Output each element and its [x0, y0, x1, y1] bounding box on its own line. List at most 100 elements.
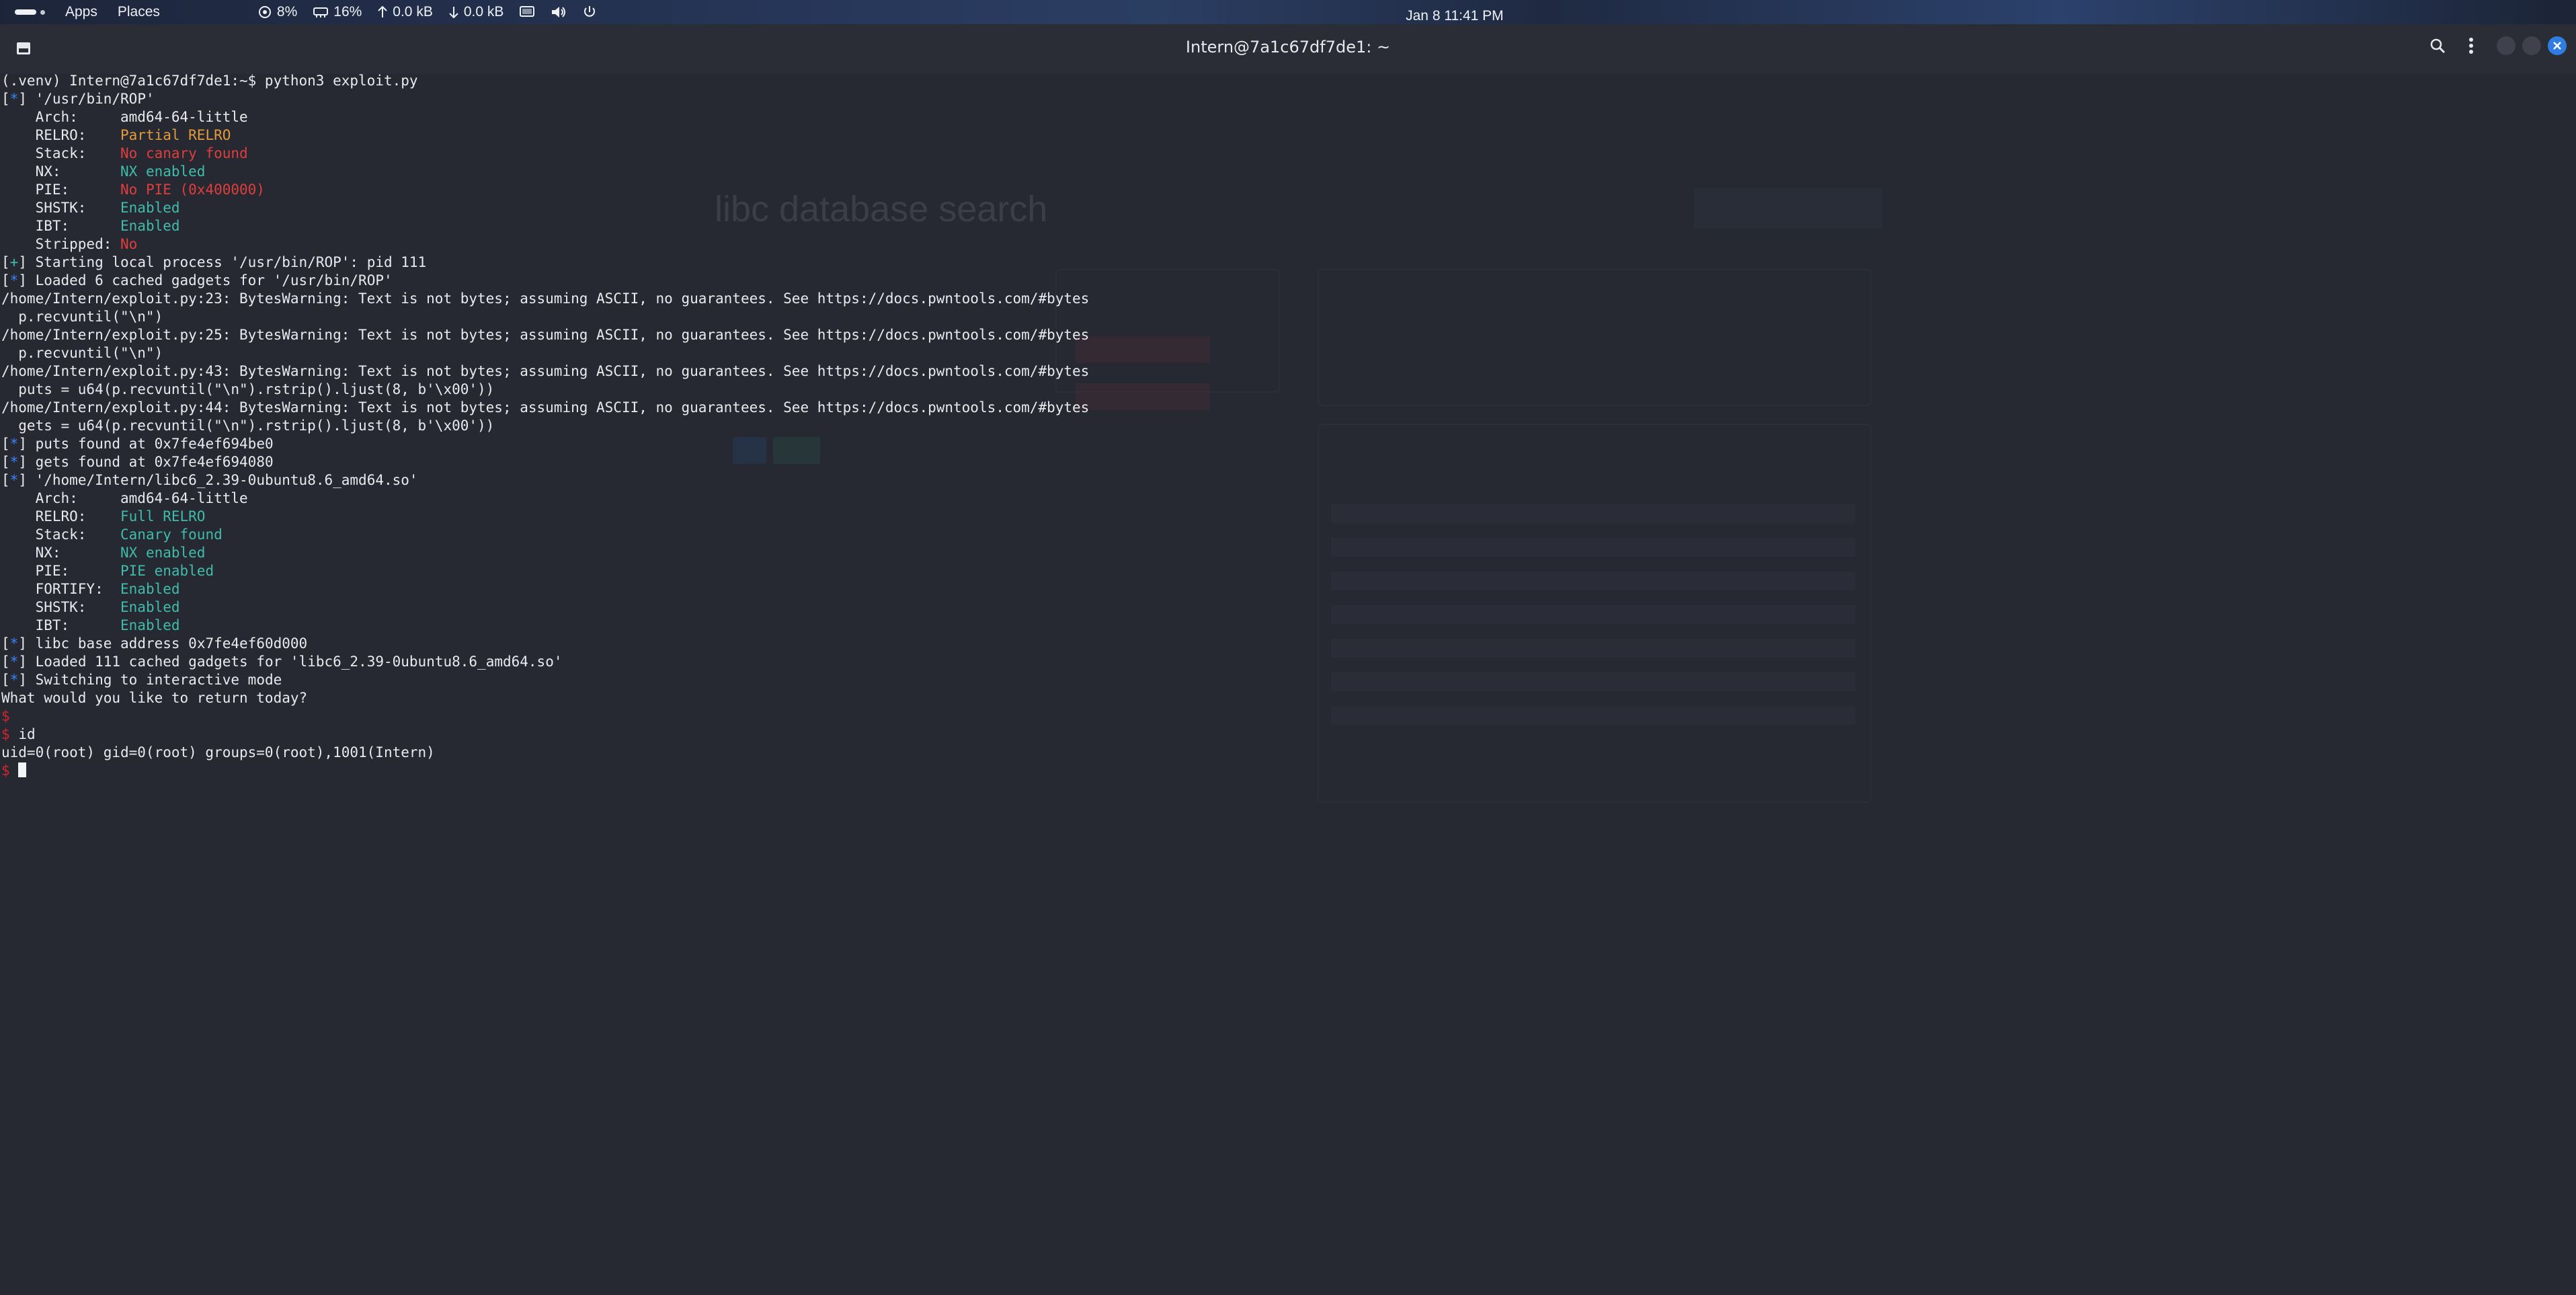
terminal-header-bar: Intern@7a1c67df7de1: ~	[0, 24, 2576, 75]
shell-dollar: $	[1, 762, 10, 779]
warning-source: gets = u64(p.recvuntil("\n").rstrip().lj…	[1, 418, 495, 434]
info-text: libc base address 0x7fe4ef60d000	[35, 635, 308, 652]
apps-menu[interactable]: Apps	[65, 4, 97, 20]
terminal-line: [*] Loaded 111 cached gadgets for 'libc6…	[1, 654, 563, 670]
system-tray: 8% 16% 0.0 kB 0.0 kB	[258, 0, 596, 24]
terminal-line: [*] gets found at 0x7fe4ef694080	[1, 454, 274, 470]
checksec-key: Arch:	[1, 109, 121, 125]
checksec-row: PIE: No PIE (0x400000)	[1, 181, 2556, 199]
input-line[interactable]: $	[1, 762, 2556, 780]
memory-indicator[interactable]: 16%	[313, 4, 362, 20]
close-icon	[2553, 42, 2561, 50]
checksec-value: Partial RELRO	[120, 127, 231, 143]
info-text: puts found at 0x7fe4ef694be0	[35, 436, 274, 452]
warning-line: /home/Intern/exploit.py:44: BytesWarning…	[1, 399, 1090, 416]
shell-dollar: $	[1, 708, 10, 724]
power-icon[interactable]	[583, 5, 596, 19]
upload-indicator[interactable]: 0.0 kB	[378, 4, 433, 20]
checksec-value: Full RELRO	[120, 508, 206, 524]
terminal-output[interactable]: (.venv) Intern@7a1c67df7de1:~$ python3 e…	[1, 74, 2556, 780]
download-indicator[interactable]: 0.0 kB	[449, 4, 504, 20]
checksec-value: Canary found	[120, 526, 223, 543]
checksec-key: NX:	[1, 163, 121, 180]
memory-icon	[313, 7, 329, 17]
checksec-key: Stack:	[1, 145, 121, 161]
checksec-row: Arch: amd64-64-little	[1, 489, 2556, 508]
warning-line: /home/Intern/exploit.py:25: BytesWarning…	[1, 327, 1090, 343]
shell-dollar: $	[1, 726, 10, 742]
checksec-row: SHSTK: Enabled	[1, 199, 2556, 217]
warning-source: puts = u64(p.recvuntil("\n").rstrip().lj…	[1, 381, 495, 397]
checksec-row: FORTIFY: Enabled	[1, 580, 2556, 598]
info-text: Starting local process '/usr/bin/ROP': p…	[35, 254, 427, 270]
cpu-icon	[258, 6, 271, 18]
header-actions	[2429, 36, 2567, 55]
checksec-value: amd64-64-little	[120, 109, 248, 125]
warning-source: p.recvuntil("\n")	[1, 309, 163, 325]
window-title: Intern@7a1c67df7de1: ~	[1185, 38, 1391, 56]
checksec-key: SHSTK:	[1, 599, 121, 615]
checksec-value: NX enabled	[120, 545, 206, 561]
checksec-row: RELRO: Partial RELRO	[1, 126, 2556, 145]
minimize-button[interactable]	[2497, 36, 2515, 55]
checksec-key: IBT:	[1, 218, 121, 234]
places-menu[interactable]: Places	[118, 4, 160, 20]
checksec-value: No PIE (0x400000)	[120, 182, 265, 198]
terminal-line: [*] '/home/Intern/libc6_2.39-0ubuntu8.6_…	[1, 472, 418, 488]
checksec-value: Enabled	[120, 581, 180, 597]
checksec-key: RELRO:	[1, 508, 121, 524]
checksec-value: No canary found	[120, 145, 248, 161]
terminal-line: [+] Starting local process '/usr/bin/ROP…	[1, 254, 427, 270]
checksec-row: Arch: amd64-64-little	[1, 108, 2556, 126]
upload-value: 0.0 kB	[393, 4, 433, 19]
terminal-line: [*] '/usr/bin/ROP'	[1, 91, 155, 107]
checksec-row: PIE: PIE enabled	[1, 562, 2556, 580]
text-cursor	[18, 762, 27, 777]
checksec-key: PIE:	[1, 182, 121, 198]
warning-source: p.recvuntil("\n")	[1, 345, 163, 361]
checksec-key: NX:	[1, 545, 121, 561]
download-value: 0.0 kB	[463, 4, 504, 19]
terminal-line: [*] puts found at 0x7fe4ef694be0	[1, 436, 274, 452]
prompt-command: (.venv) Intern@7a1c67df7de1:~$ python3 e…	[1, 74, 418, 89]
menu-kebab-icon[interactable]	[2468, 37, 2474, 54]
arrow-down-icon	[449, 7, 458, 18]
interactive-command: $ id	[1, 725, 2556, 744]
checksec-row: IBT: Enabled	[1, 217, 2556, 235]
checksec-key: FORTIFY:	[1, 581, 121, 597]
display-icon[interactable]	[520, 5, 535, 19]
search-icon[interactable]	[2429, 38, 2446, 54]
checksec-value: NX enabled	[120, 163, 206, 180]
program-output: What would you like to return today?	[1, 690, 308, 706]
info-text: '/home/Intern/libc6_2.39-0ubuntu8.6_amd6…	[35, 472, 418, 488]
interactive-prompt: $	[1, 707, 2556, 725]
checksec-value: amd64-64-little	[120, 490, 248, 506]
checksec-value: No	[120, 236, 138, 252]
checksec-row: RELRO: Full RELRO	[1, 508, 2556, 526]
checksec-row: IBT: Enabled	[1, 617, 2556, 635]
cpu-indicator[interactable]: 8%	[258, 4, 297, 20]
checksec-key: RELRO:	[1, 127, 121, 143]
volume-icon[interactable]	[551, 5, 567, 19]
warning-line: /home/Intern/exploit.py:23: BytesWarning…	[1, 290, 1090, 307]
checksec-key: Stripped:	[1, 236, 121, 252]
close-button[interactable]	[2548, 36, 2567, 55]
terminal-line: [*] libc base address 0x7fe4ef60d000	[1, 635, 308, 652]
info-text: Switching to interactive mode	[35, 672, 282, 688]
maximize-button[interactable]	[2522, 36, 2541, 55]
clock[interactable]: Jan 8 11:41 PM	[1401, 8, 1508, 24]
checksec-row: Stack: No canary found	[1, 145, 2556, 163]
checksec-key: SHSTK:	[1, 200, 121, 216]
checksec-row: NX: NX enabled	[1, 163, 2556, 181]
terminal-line: (.venv) Intern@7a1c67df7de1:~$ python3 e…	[1, 74, 2556, 90]
checksec-row: Stack: Canary found	[1, 526, 2556, 544]
memory-value: 16%	[333, 4, 362, 19]
info-text: gets found at 0x7fe4ef694080	[35, 454, 274, 470]
checksec-row: SHSTK: Enabled	[1, 598, 2556, 617]
activities-button[interactable]	[15, 9, 45, 15]
workspace-dot	[40, 9, 45, 15]
info-text: Loaded 6 cached gadgets for '/usr/bin/RO…	[35, 272, 393, 288]
checksec-key: IBT:	[1, 617, 121, 633]
terminal-line: [*] Loaded 6 cached gadgets for '/usr/bi…	[1, 272, 393, 288]
terminal-viewport[interactable]: libc database search (.venv) Intern@7a1c…	[0, 74, 2576, 1295]
